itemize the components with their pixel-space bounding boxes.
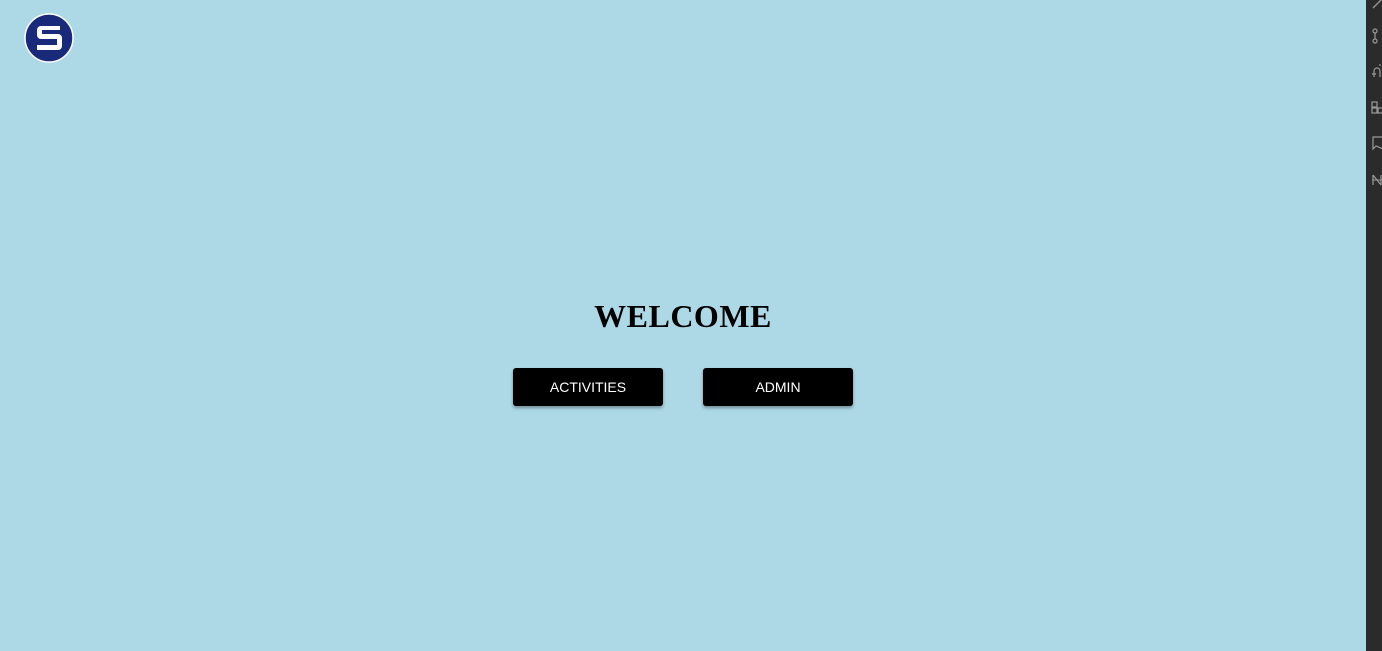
s-circle-logo-icon xyxy=(24,13,74,63)
admin-button[interactable]: ADMIN xyxy=(703,368,853,406)
activities-button[interactable]: ACTIVITIES xyxy=(513,368,663,406)
welcome-title: WELCOME xyxy=(594,298,772,334)
no-symbol-icon[interactable] xyxy=(1371,172,1382,188)
bookmark-icon[interactable] xyxy=(1371,136,1382,152)
extensions-icon[interactable] xyxy=(1371,100,1382,116)
source-control-icon[interactable] xyxy=(1371,28,1382,44)
debug-icon[interactable] xyxy=(1371,63,1382,79)
welcome-page: WELCOME ACTIVITIES ADMIN xyxy=(0,0,1366,651)
side-rail xyxy=(1366,0,1382,651)
edit-icon[interactable] xyxy=(1371,0,1382,12)
